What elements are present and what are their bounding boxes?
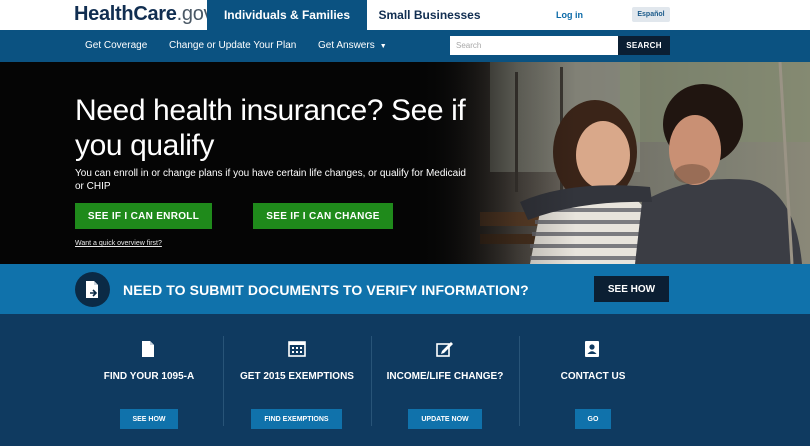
see-if-i-can-enroll-button[interactable]: SEE IF I CAN ENROLL (75, 203, 212, 229)
main-nav: Get Coverage Change or Update Your Plan … (0, 30, 810, 62)
documents-banner-text: NEED TO SUBMIT DOCUMENTS TO VERIFY INFOR… (123, 282, 529, 298)
see-if-i-can-change-button[interactable]: SEE IF I CAN CHANGE (253, 203, 393, 229)
card-title-income-change: INCOME/LIFE CHANGE? (386, 371, 504, 382)
top-bar: HealthCare.gov Individuals & Families Sm… (0, 0, 810, 30)
hero-title: Need health insurance? See if you qualif… (75, 94, 466, 162)
nav-get-answers-label: Get Answers (318, 40, 375, 51)
tab-small-businesses[interactable]: Small Businesses (367, 0, 492, 30)
card-title-exemptions: GET 2015 EXEMPTIONS (240, 371, 354, 382)
nav-get-answers[interactable]: Get Answers ▼ (318, 30, 387, 62)
hero-subtitle: You can enroll in or change plans if you… (75, 168, 466, 192)
quick-overview-link[interactable]: Want a quick overview first? (75, 240, 162, 247)
document-upload-icon (75, 272, 110, 307)
card-divider (223, 336, 224, 426)
logo-main: HealthCare (74, 3, 177, 25)
healthcare-logo[interactable]: HealthCare.gov (74, 3, 214, 26)
contact-go-button[interactable]: GO (575, 409, 611, 429)
document-icon (140, 340, 160, 358)
find-exemptions-button[interactable]: FIND EXEMPTIONS (251, 409, 342, 429)
find-1095a-see-how-button[interactable]: SEE HOW (120, 409, 178, 429)
card-title-contact-us: CONTACT US (560, 371, 626, 382)
caret-down-icon: ▼ (379, 43, 387, 50)
card-title-1095a: FIND YOUR 1095-A (103, 371, 195, 382)
language-toggle[interactable]: Español (632, 7, 670, 22)
card-divider (519, 336, 520, 426)
tab-individuals-families[interactable]: Individuals & Families (207, 0, 367, 30)
search-button[interactable]: SEARCH (618, 36, 670, 55)
calendar-icon (288, 340, 308, 358)
nav-get-coverage[interactable]: Get Coverage (85, 30, 147, 62)
card-divider (371, 336, 372, 426)
contact-book-icon (584, 340, 604, 358)
search-input[interactable] (450, 36, 618, 55)
documents-see-how-button[interactable]: SEE HOW (594, 276, 669, 302)
update-now-button[interactable]: UPDATE NOW (408, 409, 482, 429)
login-link[interactable]: Log in (556, 0, 583, 30)
nav-change-update-plan[interactable]: Change or Update Your Plan (169, 30, 296, 62)
edit-icon (436, 340, 456, 358)
